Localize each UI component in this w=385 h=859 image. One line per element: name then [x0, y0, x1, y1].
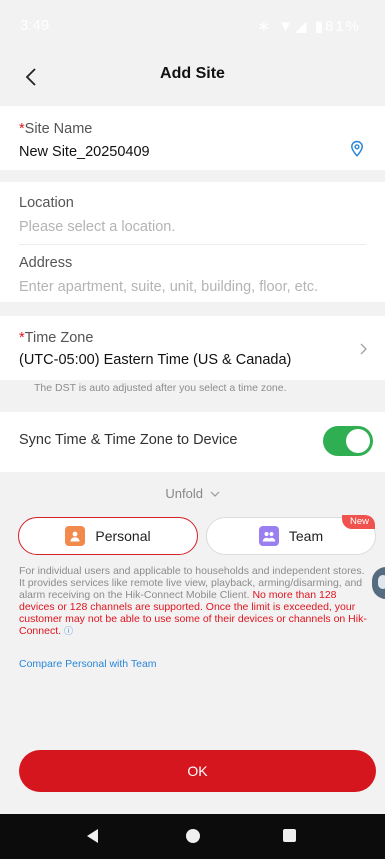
system-back-icon[interactable] — [87, 829, 98, 843]
ok-button[interactable]: OK — [19, 750, 376, 792]
location-label: Location — [19, 195, 74, 211]
dst-note: The DST is auto adjusted after you selec… — [0, 380, 385, 408]
sync-toggle[interactable] — [323, 426, 373, 456]
nav-bar: Add Site — [0, 48, 385, 106]
site-name-section: *Site Name New Site_20250409 — [0, 106, 385, 170]
system-recents-icon[interactable] — [283, 829, 296, 842]
team-option-button[interactable]: Team New — [206, 515, 376, 555]
chevron-right-icon — [360, 343, 367, 355]
status-bar: 3:49 ∗ ▼◢ ▮81% — [0, 0, 385, 48]
person-icon — [65, 526, 86, 546]
time-zone-label: *Time Zone — [19, 330, 93, 346]
divider — [19, 244, 366, 245]
time-zone-value[interactable]: (UTC-05:00) Eastern Time (US & Canada) — [19, 352, 291, 368]
address-label: Address — [19, 255, 73, 271]
address-field[interactable]: Enter apartment, suite, unit, building, … — [19, 279, 318, 295]
site-name-label-text: Site Name — [24, 121, 93, 137]
sync-label: Sync Time & Time Zone to Device — [19, 432, 238, 448]
team-label: Team — [288, 528, 324, 544]
location-field[interactable]: Please select a location. — [19, 219, 175, 235]
new-badge: New — [341, 515, 375, 529]
compare-link[interactable]: Compare Personal with Team — [19, 658, 157, 670]
site-name-label: *Site Name — [19, 121, 92, 137]
personal-label: Personal — [95, 528, 151, 544]
unfold-button[interactable]: Unfold — [0, 486, 385, 501]
system-home-icon[interactable] — [186, 829, 200, 843]
unfold-label: Unfold — [165, 486, 203, 501]
personal-option-button[interactable]: Personal — [18, 517, 198, 555]
time-zone-section[interactable]: *Time Zone (UTC-05:00) Eastern Time (US … — [0, 316, 385, 380]
time-zone-label-text: Time Zone — [24, 330, 94, 346]
chevron-down-icon — [210, 491, 220, 497]
toggle-knob — [346, 429, 370, 453]
team-icon — [258, 526, 279, 546]
site-name-input[interactable]: New Site_20250409 — [19, 144, 150, 160]
location-pin-icon[interactable] — [349, 140, 365, 158]
site-type-description: For individual users and applicable to h… — [19, 565, 369, 637]
status-icons: ∗ ▼◢ ▮81% — [257, 18, 361, 35]
system-navigation-bar — [0, 814, 385, 859]
info-icon[interactable]: ⓘ — [64, 626, 73, 636]
status-time: 3:49 — [20, 17, 50, 34]
location-section: Location Please select a location. Addre… — [0, 182, 385, 302]
page-title: Add Site — [160, 65, 225, 82]
floating-assistant-icon[interactable] — [372, 567, 385, 599]
